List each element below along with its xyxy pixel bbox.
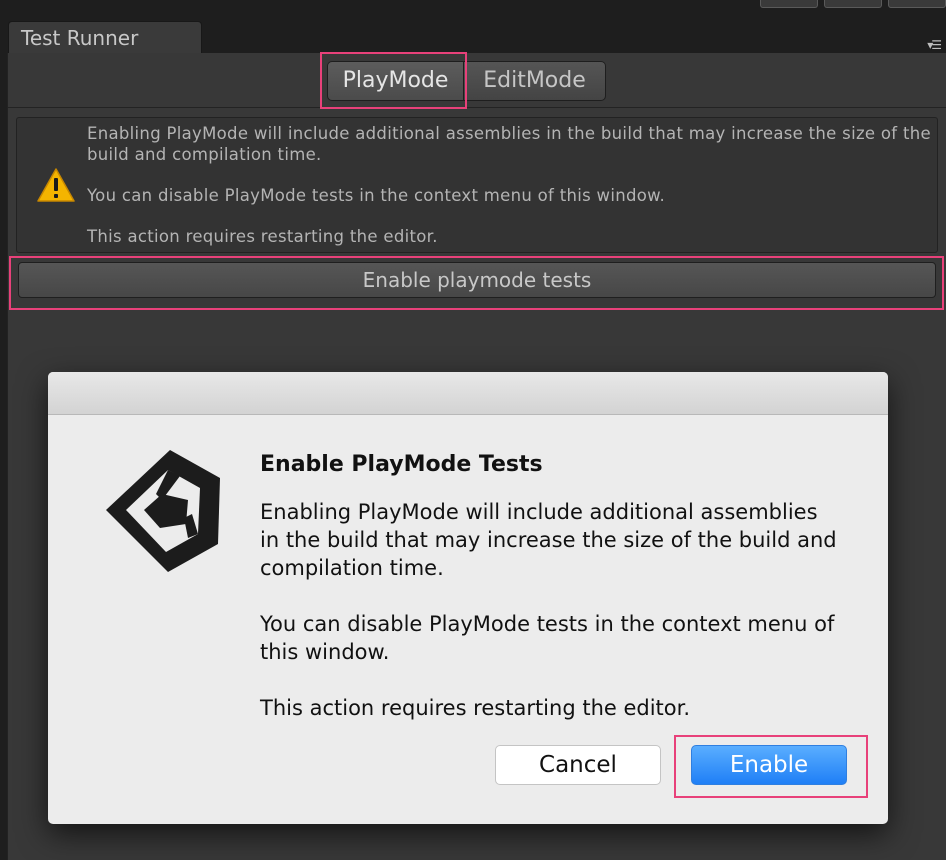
context-menu-icon[interactable]: ▾☰	[927, 38, 942, 52]
warning-line: You can disable PlayMode tests in the co…	[87, 186, 665, 205]
warning-line: This action requires restarting the edit…	[87, 227, 438, 246]
dialog-message: Enabling PlayMode will include additiona…	[260, 498, 840, 722]
dialog-heading: Enable PlayMode Tests	[260, 452, 543, 477]
warning-triangle-icon	[37, 168, 75, 202]
window-control-button[interactable]	[760, 0, 818, 8]
dialog-paragraph: This action requires restarting the edit…	[260, 696, 691, 720]
tab-playmode[interactable]: PlayMode	[327, 61, 464, 101]
enable-playmode-tests-button[interactable]: Enable playmode tests	[18, 262, 936, 298]
window-controls	[760, 0, 946, 8]
test-runner-tab[interactable]: Test Runner	[8, 21, 202, 53]
cancel-button[interactable]: Cancel	[495, 745, 661, 785]
dialog-paragraph: Enabling PlayMode will include additiona…	[260, 500, 837, 580]
warning-text: Enabling PlayMode will include additiona…	[87, 123, 931, 247]
playmode-warning-box: Enabling PlayMode will include additiona…	[16, 117, 938, 253]
warning-line: Enabling PlayMode will include additiona…	[87, 124, 931, 164]
mode-toolbar: PlayMode EditMode	[8, 53, 946, 108]
tab-editmode[interactable]: EditMode	[464, 61, 606, 101]
window-control-button[interactable]	[824, 0, 882, 8]
dialog-paragraph: You can disable PlayMode tests in the co…	[260, 612, 835, 664]
unity-logo-icon	[106, 450, 220, 572]
enable-playmode-dialog: Enable PlayMode Tests Enabling PlayMode …	[48, 372, 888, 824]
enable-button[interactable]: Enable	[691, 745, 847, 785]
dialog-titlebar	[48, 372, 888, 415]
window-control-button[interactable]	[888, 0, 946, 8]
